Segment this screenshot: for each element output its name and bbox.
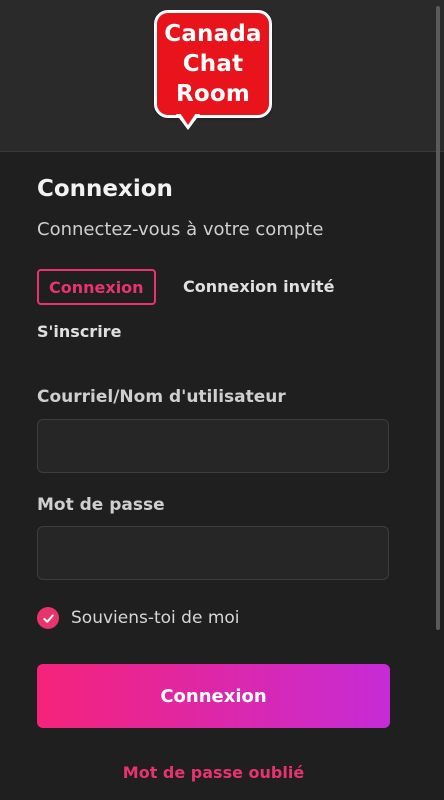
logo-line-1: Canada	[164, 21, 262, 47]
tab-login[interactable]: Connexion	[37, 269, 156, 305]
tab-login-label: Connexion	[49, 277, 144, 297]
remember-me-label: Souviens-toi de moi	[71, 608, 240, 628]
remember-me-toggle[interactable]: Souviens-toi de moi	[37, 607, 240, 629]
canada-chat-room-logo[interactable]: Canada Chat Room	[154, 10, 272, 118]
logo-speech-tail-fill	[180, 113, 196, 125]
logo-line-2: Chat	[182, 51, 244, 77]
login-submit-button[interactable]: Connexion	[37, 664, 390, 728]
remember-me-checkbox[interactable]	[37, 607, 59, 629]
forgot-password-link[interactable]: Mot de passe oublié	[0, 763, 427, 782]
checkmark-icon	[42, 614, 54, 623]
logo-line-3: Room	[175, 81, 251, 107]
username-label: Courriel/Nom d'utilisateur	[37, 387, 286, 407]
page-scrollbar[interactable]	[436, 6, 440, 630]
page-title: Connexion	[37, 176, 173, 202]
tab-guest-login[interactable]: Connexion invité	[183, 277, 334, 296]
password-label: Mot de passe	[37, 495, 165, 515]
username-input[interactable]	[37, 419, 389, 473]
header: Canada Chat Room	[0, 0, 444, 152]
tab-register[interactable]: S'inscrire	[37, 322, 121, 341]
page-subtitle: Connectez-vous à votre compte	[37, 219, 324, 240]
password-input[interactable]	[37, 526, 389, 580]
